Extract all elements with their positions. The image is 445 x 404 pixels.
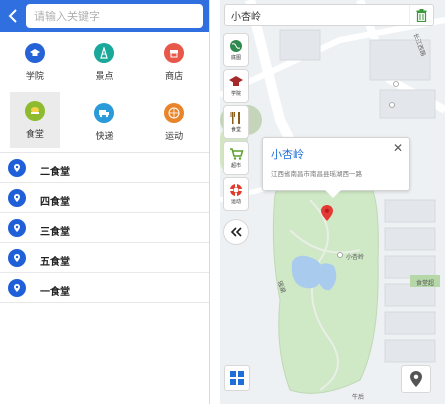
category-delivery[interactable]: 快递 (70, 92, 140, 152)
store-icon (164, 42, 185, 63)
category-label: 运动 (165, 131, 184, 142)
list-item[interactable]: 五食堂 (0, 243, 209, 273)
back-button[interactable] (4, 5, 22, 27)
list-item-label: 三食堂 (40, 227, 70, 238)
graduation-cap-icon (229, 76, 243, 86)
location-info-popup: 小杏岭 江西省南昌市南昌县瑶湖西一路 ✕ (262, 137, 410, 198)
location-pin-icon (8, 188, 26, 207)
category-label: 商店 (165, 71, 184, 82)
menu-grid-button[interactable] (224, 365, 250, 391)
tool-label: 食堂 (230, 127, 241, 133)
layer-college-button[interactable]: 学院 (223, 69, 249, 103)
delivery-truck-icon (94, 102, 115, 123)
category-sports[interactable]: 运动 (139, 92, 209, 152)
map-view[interactable]: 长江西路 小杏岭 瑶湖 食堂超 牛后 底图 学院 食堂 (220, 0, 445, 404)
layer-basemap-button[interactable]: 底图 (223, 33, 249, 67)
clear-button[interactable] (409, 5, 433, 25)
map-canvas (220, 0, 445, 404)
result-list: 二食堂 四食堂 三食堂 五食堂 一食堂 (0, 153, 209, 303)
map-search-bar (224, 4, 434, 26)
location-pin-icon (410, 371, 422, 387)
category-label: 快递 (95, 131, 114, 142)
location-pin-icon (8, 158, 26, 177)
category-label: 食堂 (25, 129, 44, 140)
double-chevron-left-icon (230, 227, 242, 237)
locate-me-button[interactable] (401, 365, 431, 393)
list-item-label: 二食堂 (40, 167, 70, 178)
layer-supermarket-button[interactable]: 超市 (223, 141, 249, 175)
category-grid: 学院 景点 商店 食堂 快递 运动 (0, 32, 209, 153)
category-canteen[interactable]: 食堂 (10, 92, 60, 148)
basketball-icon (164, 102, 185, 123)
category-store[interactable]: 商店 (139, 32, 209, 92)
category-label: 学院 (25, 71, 44, 82)
popup-address: 江西省南昌市南昌县瑶湖西一路 (271, 170, 362, 178)
list-item-label: 一食堂 (40, 287, 70, 298)
map-search-input[interactable] (225, 5, 409, 25)
tool-label: 底图 (230, 55, 241, 61)
fork-knife-icon (230, 112, 240, 124)
location-pin-icon (8, 248, 26, 267)
lifebuoy-icon (230, 184, 242, 196)
category-scenic[interactable]: 景点 (70, 32, 140, 92)
poi-label: 小杏岭 (346, 254, 365, 261)
search-panel: 学院 景点 商店 食堂 快递 (0, 0, 210, 404)
tool-label: 运动 (230, 199, 241, 205)
map-layer-toolbar: 底图 学院 食堂 超市 运动 (223, 33, 249, 245)
grid-icon (230, 371, 244, 385)
location-pin-icon (8, 278, 26, 297)
list-item-label: 四食堂 (40, 197, 70, 208)
layer-sports-button[interactable]: 运动 (223, 177, 249, 211)
list-item[interactable]: 三食堂 (0, 213, 209, 243)
tool-label: 超市 (230, 163, 241, 169)
map-marker-icon[interactable] (321, 205, 333, 221)
close-icon[interactable]: ✕ (393, 142, 403, 154)
graduation-cap-icon (24, 42, 45, 63)
shop-label: 食堂超 (416, 280, 435, 287)
chevron-left-icon (8, 9, 17, 23)
collapse-toolbar-button[interactable] (223, 219, 249, 245)
list-item[interactable]: 二食堂 (0, 153, 209, 183)
category-label: 景点 (95, 71, 114, 82)
shopping-cart-icon (229, 148, 244, 160)
search-input[interactable] (26, 4, 203, 28)
tool-label: 学院 (230, 91, 241, 97)
location-pin-icon (8, 218, 26, 237)
list-item[interactable]: 一食堂 (0, 273, 209, 303)
bottom-label: 牛后 (352, 394, 365, 401)
list-item[interactable]: 四食堂 (0, 183, 209, 213)
globe-icon (230, 40, 242, 52)
trash-icon (416, 8, 427, 22)
list-item-label: 五食堂 (40, 257, 70, 268)
landmark-icon (94, 42, 115, 63)
layer-canteen-button[interactable]: 食堂 (223, 105, 249, 139)
food-icon (24, 100, 45, 121)
search-header (0, 0, 209, 32)
category-college[interactable]: 学院 (0, 32, 70, 92)
popup-title: 小杏岭 (271, 148, 304, 161)
